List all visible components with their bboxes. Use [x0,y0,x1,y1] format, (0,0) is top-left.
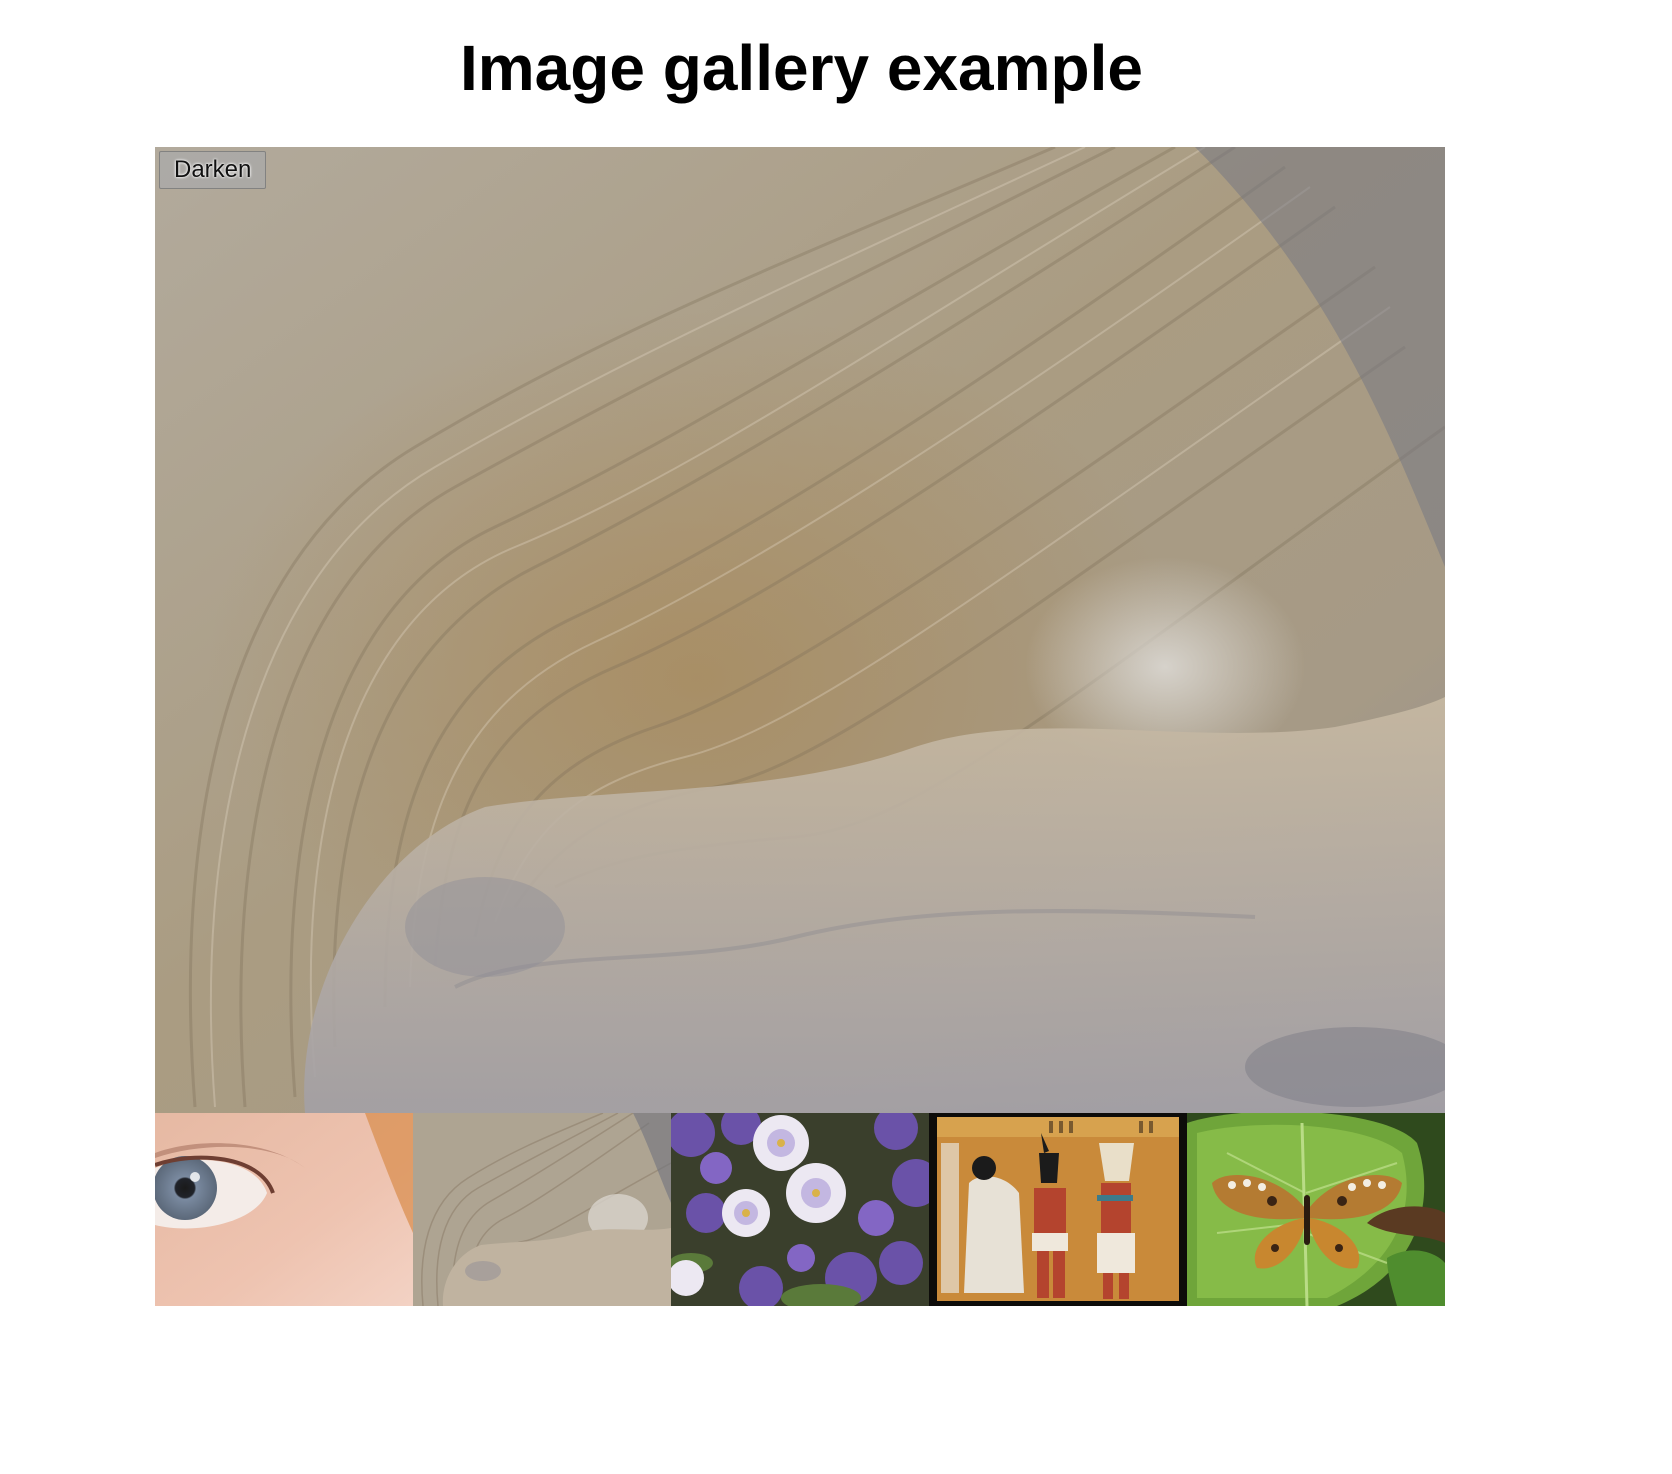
thumbnail-flowers[interactable] [671,1113,929,1306]
eye-photo [155,1113,413,1306]
thumbnail-sandstone[interactable] [413,1113,671,1306]
thumbnail-eye[interactable] [155,1113,413,1306]
displayed-image [155,147,1445,1113]
page-title: Image gallery example [459,32,1144,104]
egyptian-painting-photo [929,1113,1187,1306]
butterfly-photo [1187,1113,1445,1306]
thumbnail-egyptian-painting[interactable] [929,1113,1187,1306]
darken-button[interactable]: Darken [159,151,267,189]
thumbnail-butterfly[interactable] [1187,1113,1445,1306]
displayed-image-container: Darken [155,147,1445,1113]
flowers-photo [671,1113,929,1306]
image-gallery: Darken [155,147,1445,1306]
thumbnail-bar [155,1113,1445,1306]
sandstone-photo [413,1113,671,1306]
